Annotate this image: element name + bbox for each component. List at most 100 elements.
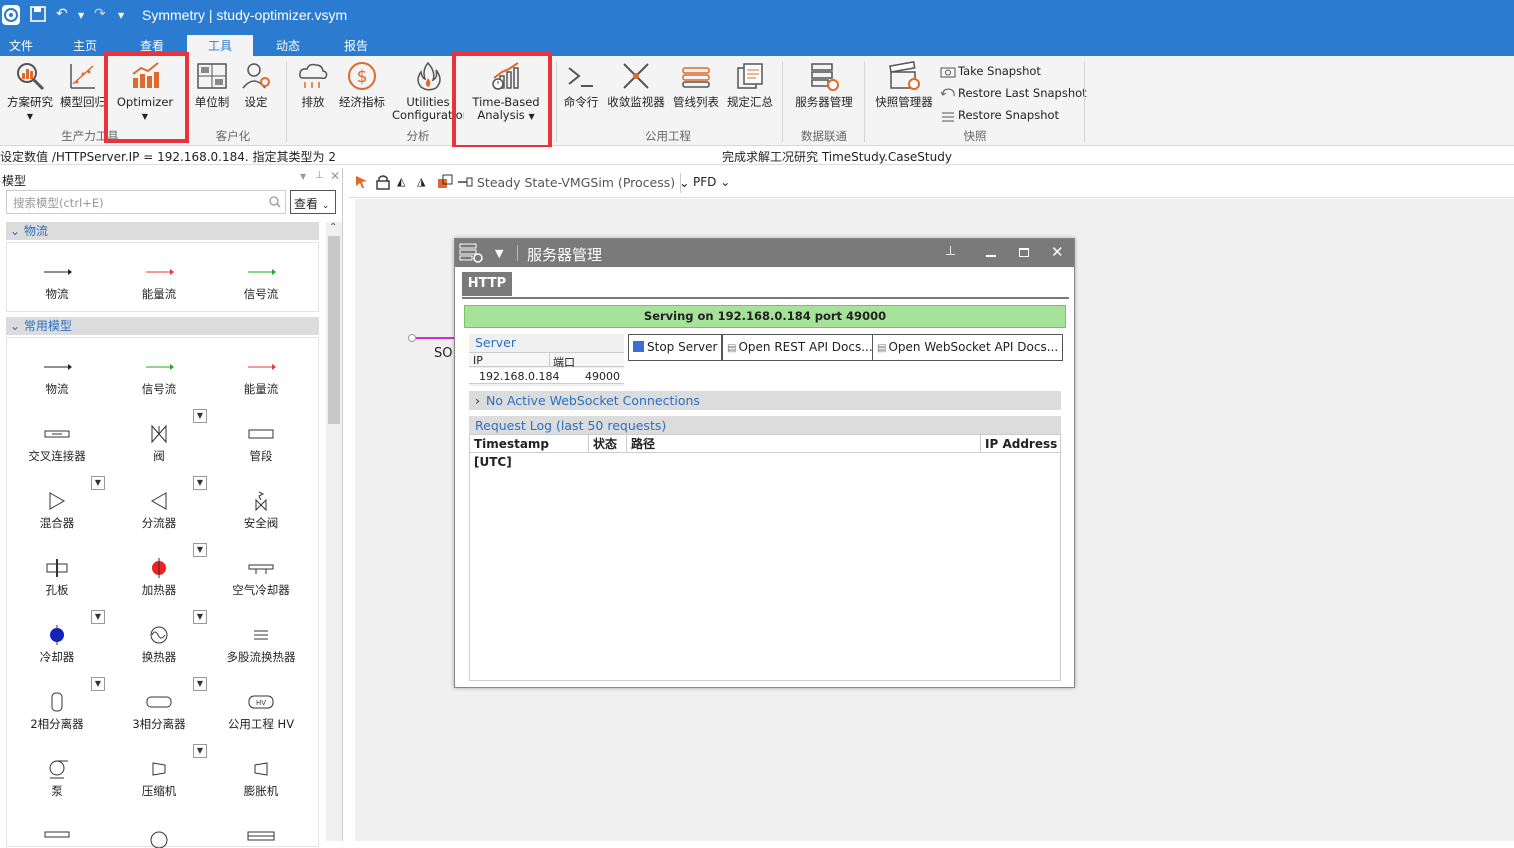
tab-http[interactable]: HTTP <box>462 272 512 296</box>
simulation-mode-select[interactable]: Steady State-VMGSim (Process) ⌄ <box>477 175 690 190</box>
restore-snapshot-button[interactable]: Restore Snapshot <box>940 108 1059 122</box>
palette-item-material-stream[interactable]: 物流 <box>7 261 107 302</box>
ribbon-separator <box>286 62 287 142</box>
snapshot-manager-button[interactable]: 快照管理器 <box>872 60 936 109</box>
palette-item-two-phase-separator[interactable]: 2相分离器 <box>7 691 107 732</box>
qat-customize-icon[interactable]: ▼ <box>118 11 124 20</box>
variant-dropdown[interactable]: ▼ <box>91 476 105 490</box>
palette-item-three-phase-separator[interactable]: 3相分离器 <box>109 691 209 732</box>
palette-item-orifice[interactable]: 孔板 <box>7 557 107 598</box>
close-icon[interactable]: ✕ <box>1051 243 1064 261</box>
palette-item-energy-stream[interactable]: 能量流 <box>211 356 311 397</box>
stream-label[interactable]: SO <box>434 346 452 361</box>
unit-system-button[interactable]: 单位制 <box>192 60 232 109</box>
tab-dynamics[interactable]: 动态 <box>255 35 321 56</box>
palette-item-material-stream[interactable]: 物流 <box>7 356 107 397</box>
model-regression-button[interactable]: 模型回归 <box>60 60 106 109</box>
case-study-button[interactable]: 方案研究 ▼ <box>2 60 58 123</box>
close-panel-icon[interactable]: ✕ <box>330 169 340 183</box>
palette-item-utility-hv[interactable]: HV 公用工程 HV <box>211 691 311 732</box>
view-mode-select[interactable]: PFD ⌄ <box>693 175 730 189</box>
variant-dropdown[interactable]: ▼ <box>91 677 105 691</box>
websocket-connections-section[interactable]: › No Active WebSocket Connections <box>469 391 1061 410</box>
variant-dropdown[interactable]: ▼ <box>193 677 207 691</box>
settings-button[interactable]: 设定 <box>236 60 276 109</box>
palette-item-air-cooler[interactable]: 空气冷却器 <box>211 557 311 598</box>
palette-item-expander[interactable]: 膨胀机 <box>211 758 311 799</box>
dialog-title-bar[interactable]: ▼ 服务器管理 ⊥ ✕ <box>455 239 1074 267</box>
pointer-icon[interactable] <box>355 175 369 189</box>
palette-item-pipe-segment[interactable]: 管段 <box>211 423 311 464</box>
flip-icon[interactable]: ◭ <box>397 175 405 188</box>
palette-item-splitter[interactable]: 分流器 <box>109 490 209 531</box>
palette-item-cross-connector[interactable]: 交叉连接器 <box>7 423 107 464</box>
snapshot-manager-icon <box>889 61 920 90</box>
view-dropdown-button[interactable]: 查看 ⌄ <box>290 190 336 214</box>
tab-report[interactable]: 报告 <box>323 35 389 56</box>
canvas-toolbar: ◭ ◮ Steady State-VMGSim (Process) ⌄ PFD … <box>349 168 1514 198</box>
palette-scrollbar-thumb[interactable] <box>328 236 340 424</box>
redo-icon[interactable]: ↷ <box>94 6 106 22</box>
pin-icon[interactable]: ⊥ <box>945 244 956 259</box>
variant-dropdown[interactable]: ▼ <box>193 476 207 490</box>
model-search-input[interactable]: 搜索模型(ctrl+E) <box>6 190 286 214</box>
economics-button[interactable]: $ 经济指标 <box>336 60 388 109</box>
palette-item-heater[interactable]: 加热器 <box>109 557 209 598</box>
server-ip-value[interactable]: 192.168.0.184 <box>479 370 559 383</box>
tab-tools[interactable]: 工具 <box>187 35 253 56</box>
server-manager-button[interactable]: 服务器管理 <box>790 60 858 109</box>
connect-icon[interactable] <box>457 174 473 193</box>
variant-dropdown[interactable]: ▼ <box>91 610 105 624</box>
palette-item-relief-valve[interactable]: 安全阀 <box>211 490 311 531</box>
variant-dropdown[interactable]: ▼ <box>193 409 207 423</box>
scroll-up-icon[interactable]: ⌃ <box>329 222 337 233</box>
open-rest-api-docs-button[interactable]: ▤ Open REST API Docs... <box>722 334 878 361</box>
request-log-table[interactable]: Timestamp [UTC] 状态 路径 IP Address <box>469 434 1061 681</box>
minimize-icon[interactable] <box>986 255 996 257</box>
command-line-button[interactable]: 命令行 <box>560 60 602 109</box>
category-header-streams[interactable]: ⌄ 物流 <box>6 222 319 240</box>
palette-item-pump[interactable]: 泵 <box>7 758 107 799</box>
log-col-ip-address[interactable]: IP Address <box>981 435 1060 453</box>
three-phase-separator-icon <box>146 696 172 708</box>
rotate-icon[interactable]: ◮ <box>417 175 425 188</box>
panel-dropdown-icon[interactable]: ▼ <box>300 172 306 181</box>
server-port-value[interactable]: 49000 <box>585 370 620 383</box>
take-snapshot-button[interactable]: Take Snapshot <box>940 64 1041 78</box>
palette-item-multi-stream-exchanger[interactable]: 多股流换热器 <box>211 624 311 665</box>
undo-icon[interactable]: ↶ <box>56 6 68 22</box>
pipe-list-button[interactable]: 管线列表 <box>670 60 722 109</box>
variant-dropdown[interactable]: ▼ <box>193 610 207 624</box>
open-websocket-api-docs-button[interactable]: ▤ Open WebSocket API Docs... <box>872 334 1064 361</box>
pin-icon[interactable]: ⊥ <box>315 170 324 181</box>
save-icon[interactable] <box>30 6 46 26</box>
palette-item-mixer[interactable]: 混合器 <box>7 490 107 531</box>
variant-dropdown[interactable]: ▼ <box>193 543 207 557</box>
stop-server-button[interactable]: Stop Server <box>628 334 723 361</box>
palette-item-cooler[interactable]: 冷却器 <box>7 624 107 665</box>
category-header-common-models[interactable]: ⌄ 常用模型 <box>6 317 319 335</box>
log-col-status[interactable]: 状态 <box>589 435 627 453</box>
palette-item-energy-stream[interactable]: 能量流 <box>109 261 209 302</box>
log-col-timestamp[interactable]: Timestamp [UTC] <box>470 435 589 469</box>
palette-item-compressor[interactable]: 压缩机 <box>109 758 209 799</box>
emissions-button[interactable]: 排放 <box>294 60 332 109</box>
undo-dropdown-icon[interactable]: ▼ <box>78 11 84 20</box>
palette-item-valve[interactable]: 阀 <box>109 423 209 464</box>
convergence-monitor-button[interactable]: 收敛监视器 <box>604 60 668 109</box>
dialog-menu-icon[interactable]: ▼ <box>495 247 503 260</box>
restore-last-snapshot-button[interactable]: Restore Last Snapshot <box>940 86 1087 100</box>
maximize-icon[interactable] <box>1019 248 1029 257</box>
energy-stream-icon <box>146 269 174 275</box>
palette-item-signal-stream[interactable]: 信号流 <box>109 356 209 397</box>
tab-file[interactable]: 文件 <box>0 35 42 56</box>
palette-item-heat-exchanger[interactable]: 换热器 <box>109 624 209 665</box>
log-col-path[interactable]: 路径 <box>627 435 981 453</box>
lock-icon[interactable] <box>375 174 391 193</box>
server-manager-dialog: ▼ 服务器管理 ⊥ ✕ HTTP Serving on 192.168.0.18… <box>454 238 1075 688</box>
palette-item-signal-stream[interactable]: 信号流 <box>211 261 311 302</box>
group-icon[interactable] <box>437 174 453 193</box>
spec-summary-button[interactable]: 规定汇总 <box>724 60 776 109</box>
variant-dropdown[interactable]: ▼ <box>193 744 207 758</box>
orifice-icon <box>46 559 68 577</box>
